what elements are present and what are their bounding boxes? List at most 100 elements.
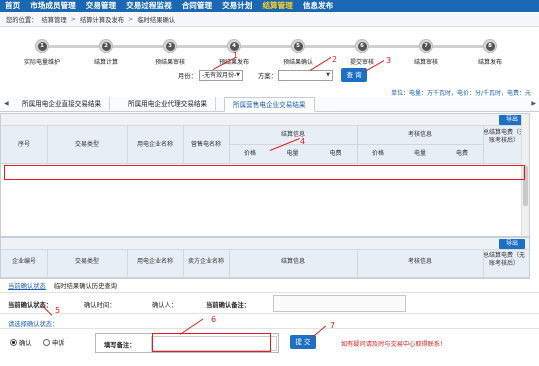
- radio-appeal[interactable]: 申诉: [43, 338, 65, 347]
- step-label: 结算发布: [477, 59, 502, 66]
- annotation-4: 4: [300, 137, 306, 146]
- step-1[interactable]: 1 实际电量维护: [12, 39, 72, 66]
- breadcrumb-separator: >: [128, 16, 134, 23]
- col-trade-type[interactable]: 交易类型: [47, 141, 127, 149]
- month-select[interactable]: -无有效月份- ▼: [199, 70, 243, 81]
- query-button[interactable]: 查 询: [341, 68, 367, 82]
- breadcrumb-prefix: 您的位置：: [6, 17, 38, 24]
- col-buyer-name[interactable]: 用电企业名称: [127, 141, 183, 149]
- col-settle-group: 结算信息: [280, 258, 305, 265]
- choose-status-label: 请选择确认状态：: [8, 321, 59, 328]
- col-assess-price[interactable]: 价格: [357, 150, 399, 158]
- step-6[interactable]: 6 提交审核: [332, 39, 392, 66]
- top-nav: 首页 市场成员管理 交易管理 交易过程监视 合同管理 交易计划 结算管理 信息发…: [0, 0, 539, 12]
- radio-unchecked-icon: [43, 339, 50, 346]
- step-8[interactable]: 8 结算发布: [460, 39, 520, 66]
- col-assess-energy[interactable]: 电量: [399, 150, 441, 158]
- confirm-person-label: 确认人：: [152, 302, 178, 309]
- step-5[interactable]: 5 预结果确认: [268, 39, 328, 66]
- tab-current-status[interactable]: 当前确认状态: [8, 281, 46, 290]
- col-buyer-name[interactable]: 用电企业名称: [127, 258, 183, 266]
- annotation-2: 2: [332, 55, 338, 64]
- annotation-7: 7: [330, 321, 336, 330]
- current-remark-label: 当前确认备注：: [206, 302, 251, 309]
- remark-label: 填写备注：: [104, 342, 136, 349]
- chevron-down-icon: ▼: [326, 72, 330, 78]
- status-summary: 当前确认状态： 确认时间： 确认人： 当前确认备注：: [0, 292, 539, 314]
- tab-retailer-trade[interactable]: 所属营售电企业交易结果: [224, 97, 315, 112]
- step-dot: 3: [163, 39, 177, 53]
- tab-direct-trade[interactable]: 所属用电企业直接交易结果: [14, 97, 111, 112]
- step-2[interactable]: 2 结算计算: [76, 39, 136, 66]
- nav-item-publish[interactable]: 信息发布: [298, 0, 338, 12]
- column-divider: [357, 250, 358, 277]
- col-enterprise-no[interactable]: 企业编号: [1, 258, 47, 266]
- step-label: 结算审核: [413, 59, 438, 66]
- tab-status-history[interactable]: 临时结果确认历史查询: [54, 281, 117, 290]
- step-dot: 7: [419, 39, 433, 53]
- step-7[interactable]: 7 结算审核: [396, 39, 456, 66]
- nav-item-members[interactable]: 市场成员管理: [25, 0, 81, 12]
- tab-agent-trade[interactable]: 所属用电企业代理交易结果: [120, 97, 217, 112]
- col-seller-name[interactable]: 营售电名称: [183, 141, 229, 149]
- plan-select[interactable]: ▼: [278, 70, 333, 81]
- status-tabs: 当前确认状态 临时结果确认历史查询: [0, 279, 539, 290]
- step-3[interactable]: 3 预结果审核: [140, 39, 200, 66]
- radio-confirm[interactable]: 确认: [10, 338, 32, 347]
- month-label: 月份：: [178, 73, 197, 80]
- step-dot: 1: [35, 39, 49, 53]
- col-settle-price[interactable]: 价格: [229, 150, 271, 158]
- breadcrumb-item-settlement[interactable]: 结算管理: [41, 15, 66, 24]
- col-assess-fee[interactable]: 电费: [441, 150, 483, 158]
- column-divider: [47, 126, 48, 163]
- col-seq[interactable]: 序号: [1, 141, 47, 149]
- grid-header: 序号 交易类型 用电企业名称 营售电名称 结算信息 考核信息 总结算电费（无账考…: [1, 126, 529, 164]
- step-dot: 8: [483, 39, 497, 53]
- grid-header: 企业编号 交易类型 用电企业名称 卖方企业名称 结算信息 考核信息 总结算电费（…: [1, 250, 529, 278]
- col-total-fee[interactable]: 总结算电费（无账考核后）: [483, 129, 525, 145]
- contact-note: 如有疑问请及时与交易中心取得联系！: [341, 341, 447, 348]
- col-settle-group: 结算信息: [280, 131, 305, 138]
- step-label: 预结果审核: [154, 59, 185, 66]
- column-divider: [127, 250, 128, 277]
- column-divider: [229, 250, 230, 277]
- col-settle-energy[interactable]: 电量: [271, 150, 314, 158]
- export-button[interactable]: 导出: [499, 239, 525, 249]
- nav-item-trade[interactable]: 交易管理: [81, 0, 121, 12]
- breadcrumb-separator: >: [70, 16, 76, 23]
- current-remark-box: [273, 295, 406, 312]
- nav-item-plan[interactable]: 交易计划: [217, 0, 257, 12]
- breadcrumb-item-calc[interactable]: 结算计算及发布: [80, 15, 124, 24]
- step-dot: 6: [355, 39, 369, 53]
- step-label: 实际电量维护: [23, 59, 60, 66]
- col-settle-fee[interactable]: 电费: [314, 150, 357, 158]
- result-tabs: ◀ 所属用电企业直接交易结果 所属用电企业代理交易结果 所属营售电企业交易结果 …: [0, 97, 539, 112]
- nav-item-monitor[interactable]: 交易过程监视: [121, 0, 177, 12]
- nav-item-contract[interactable]: 合同管理: [177, 0, 217, 12]
- step-indicator: 1 实际电量维护 2 结算计算 3 预结果审核 4 预结果发布 5 预结果确认 6 提交审核…: [0, 32, 539, 70]
- breadcrumb-item-current: 临时结果确认: [137, 17, 176, 24]
- grid-toolbar: 导出: [1, 238, 529, 250]
- nav-item-home[interactable]: 首页: [0, 0, 25, 12]
- col-assess-group: 考核信息: [407, 258, 432, 265]
- step-label: 结算计算: [93, 59, 118, 66]
- breadcrumb: 您的位置： 结算管理 > 结算计算及发布 > 临时结果确认: [0, 13, 539, 27]
- col-total-fee[interactable]: 总结算电费（无账考核后）: [483, 252, 525, 268]
- nav-item-settlement[interactable]: 结算管理: [257, 0, 297, 12]
- highlight-remark: [152, 333, 271, 352]
- col-seller-name[interactable]: 卖方企业名称: [183, 258, 229, 266]
- column-divider: [183, 250, 184, 277]
- grid-toolbar: 导出: [1, 114, 529, 126]
- filter-bar: 月份： -无有效月份- ▼ 方案： ▼ 查 询: [0, 67, 539, 85]
- annotation-6: 6: [211, 315, 217, 324]
- annotation-3: 3: [386, 56, 392, 65]
- col-trade-type[interactable]: 交易类型: [47, 258, 127, 266]
- column-divider: [483, 250, 484, 277]
- grid-retailer-detail: 导出 企业编号 交易类型 用电企业名称 卖方企业名称 结算信息 考核信息 总结算…: [0, 237, 530, 279]
- chevron-left-icon[interactable]: ◀: [4, 100, 9, 107]
- column-divider: [183, 126, 184, 163]
- chevron-down-icon: ▼: [236, 72, 240, 78]
- step-dot: 5: [291, 39, 305, 53]
- col-assess-group: 考核信息: [407, 131, 432, 138]
- chevron-right-icon[interactable]: ▶: [531, 100, 536, 107]
